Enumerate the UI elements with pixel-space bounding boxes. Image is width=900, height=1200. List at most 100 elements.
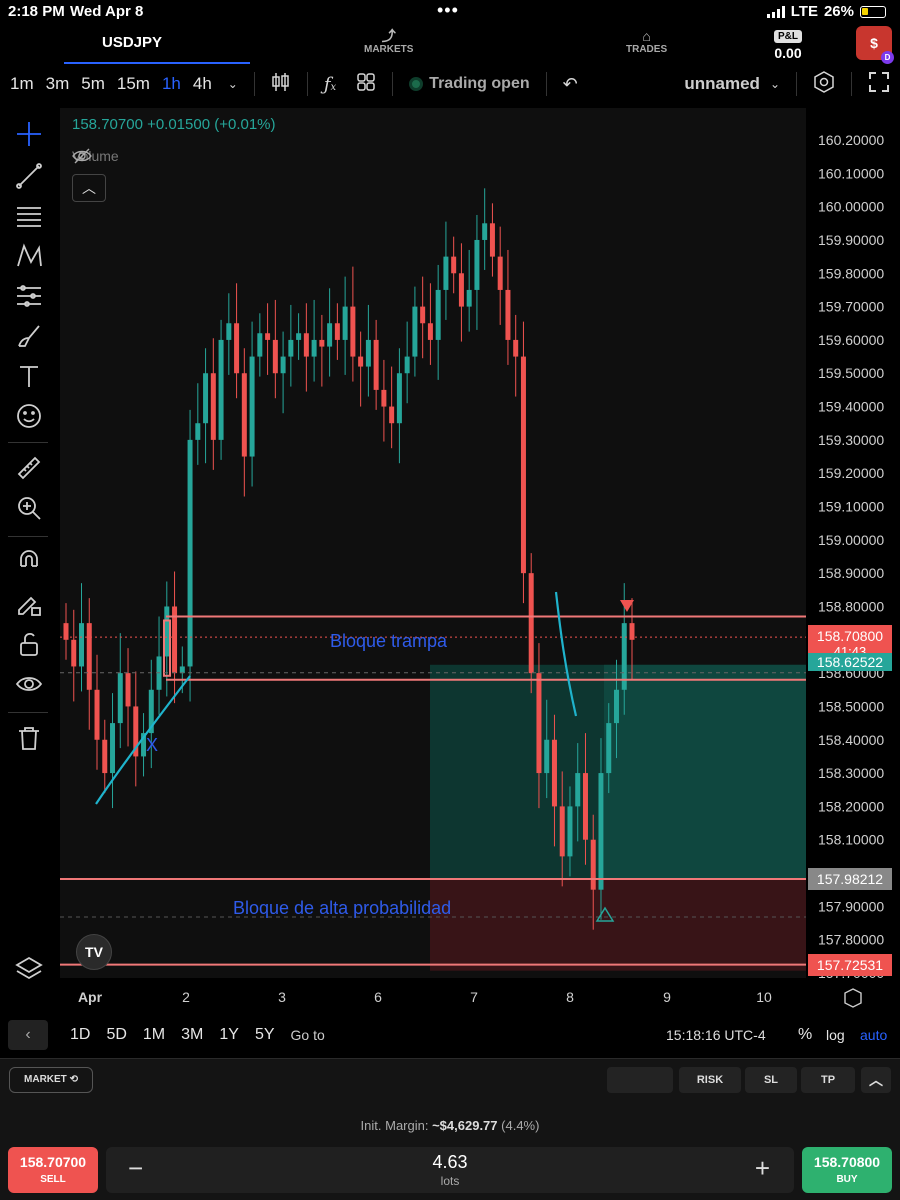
candle-body: [505, 289, 511, 340]
ruler-icon[interactable]: [14, 454, 44, 484]
zoom-icon[interactable]: [14, 494, 44, 524]
candle-body: [590, 839, 596, 890]
candle-body: [110, 723, 116, 774]
candle-body: [234, 323, 240, 374]
annotation-high-probability-block: Bloque de alta probabilidad: [233, 898, 452, 918]
timeframe-5m[interactable]: 5m: [75, 74, 111, 94]
y-tick-label: 160.20000: [818, 132, 884, 148]
indicators-icon[interactable]: ƒx: [314, 74, 346, 95]
candle-body: [551, 739, 557, 807]
log-scale-toggle[interactable]: log: [826, 1027, 845, 1043]
price-chart[interactable]: 160.20000 160.10000 160.00000 159.90000 159.…: [60, 108, 900, 1020]
undo-icon[interactable]: ↶: [553, 74, 588, 95]
buy-button[interactable]: 158.70800 BUY: [802, 1147, 892, 1193]
markets-button[interactable]: ⤴ MARKETS: [364, 28, 413, 55]
brush-icon[interactable]: [14, 322, 44, 352]
range-1y[interactable]: 1Y: [211, 1026, 247, 1044]
candle-body: [164, 606, 170, 657]
candle-body: [427, 323, 433, 340]
trendline-icon[interactable]: [14, 162, 44, 192]
candle-body: [303, 333, 309, 357]
candle-body: [257, 333, 263, 357]
trades-button[interactable]: ⌂ TRADES: [626, 28, 667, 55]
multitask-dots[interactable]: •••: [437, 0, 459, 21]
tradingview-logo[interactable]: TV: [76, 934, 112, 970]
range-5d[interactable]: 5D: [98, 1026, 134, 1044]
range-1d[interactable]: 1D: [62, 1026, 98, 1044]
candle-body: [606, 723, 612, 774]
auto-scale-toggle[interactable]: auto: [860, 1027, 887, 1043]
drawing-toolbar: [0, 110, 58, 1010]
crosshair-icon[interactable]: [14, 120, 44, 150]
account-button[interactable]: $ D: [856, 26, 894, 64]
risk-button[interactable]: RISK: [679, 1067, 741, 1093]
range-1m[interactable]: 1M: [135, 1026, 173, 1044]
timeframe-4h[interactable]: 4h: [187, 74, 218, 94]
status-dot-icon: [409, 77, 424, 91]
candle-body: [280, 356, 286, 374]
y-tick-label: 159.70000: [818, 299, 884, 315]
candle-body: [358, 356, 364, 367]
symbol-tab[interactable]: USDJPY: [102, 34, 162, 51]
candle-body: [567, 806, 573, 857]
timeframe-15m[interactable]: 15m: [111, 74, 156, 94]
sl-button[interactable]: SL: [745, 1067, 797, 1093]
candle-body: [582, 773, 588, 840]
chevron-down-icon[interactable]: ⌄: [218, 77, 248, 91]
trash-icon[interactable]: [14, 724, 44, 754]
prediction-icon[interactable]: [14, 282, 44, 312]
order-panel: MARKET ⟲ RISK SL TP ︿ Init. Margin: ~$4,…: [0, 1058, 900, 1200]
lots-stepper[interactable]: − 4.63 lots +: [106, 1147, 794, 1193]
annotation-x: X: [146, 735, 159, 755]
status-date: Wed Apr 8: [70, 3, 144, 20]
y-tick-label: 158.80000: [818, 598, 884, 614]
settings-hex-icon[interactable]: [803, 70, 845, 98]
candle-body: [218, 339, 224, 440]
pnl-display[interactable]: P&L 0.00: [774, 26, 802, 61]
eye-icon[interactable]: [14, 670, 44, 700]
order-type-button[interactable]: MARKET ⟲: [9, 1067, 93, 1093]
fib-lines-icon[interactable]: [14, 202, 44, 232]
lock-drawing-icon[interactable]: [14, 590, 44, 620]
candle-body: [319, 339, 325, 347]
candle-body: [404, 356, 410, 374]
emoji-icon[interactable]: [14, 402, 44, 432]
x-tick-label: Apr: [78, 989, 103, 1005]
timeframe-3m[interactable]: 3m: [40, 74, 76, 94]
chevron-down-icon[interactable]: ⌄: [760, 77, 790, 91]
chart-canvas[interactable]: 160.20000 160.10000 160.00000 159.90000 159.…: [60, 108, 900, 1020]
timeframe-1h[interactable]: 1h: [156, 74, 187, 94]
position-active-zone: [604, 664, 806, 880]
lots-value[interactable]: 4.63: [106, 1152, 794, 1173]
volume-indicator: Volume: [72, 148, 133, 164]
layouts-icon[interactable]: [346, 72, 386, 97]
collapse-indicators-button[interactable]: ︿: [72, 174, 106, 202]
tp-button[interactable]: TP: [801, 1067, 855, 1093]
range-5y[interactable]: 5Y: [247, 1026, 283, 1044]
candle-body: [296, 333, 302, 340]
chevron-up-icon[interactable]: ︿: [861, 1067, 891, 1093]
chevron-left-icon[interactable]: ‹: [8, 1020, 48, 1050]
goto-button[interactable]: Go to: [283, 1027, 333, 1043]
sell-button[interactable]: 158.70700 SELL: [8, 1147, 98, 1193]
timeframe-1m[interactable]: 1m: [4, 74, 40, 94]
y-tick-label: 158.10000: [818, 832, 884, 848]
x-tick-label: 7: [470, 989, 478, 1005]
layout-name[interactable]: unnamed: [684, 74, 760, 94]
unlock-icon[interactable]: [14, 630, 44, 660]
plus-icon[interactable]: +: [755, 1153, 770, 1184]
pattern-icon[interactable]: [14, 242, 44, 272]
trading-status: Trading open: [399, 75, 539, 93]
range-3m[interactable]: 3M: [173, 1026, 211, 1044]
fullscreen-icon[interactable]: [858, 71, 900, 98]
x-tick-label: 8: [566, 989, 574, 1005]
magnet-icon[interactable]: [14, 550, 44, 580]
candle-body: [350, 306, 356, 357]
clock-timezone[interactable]: 15:18:16 UTC-4: [666, 1027, 766, 1043]
text-icon[interactable]: [14, 362, 44, 392]
layers-icon[interactable]: [14, 954, 44, 984]
candles-icon[interactable]: [261, 71, 301, 98]
order-empty-field[interactable]: [607, 1067, 673, 1093]
candle-body: [520, 356, 526, 574]
percent-scale-toggle[interactable]: %: [798, 1026, 812, 1044]
